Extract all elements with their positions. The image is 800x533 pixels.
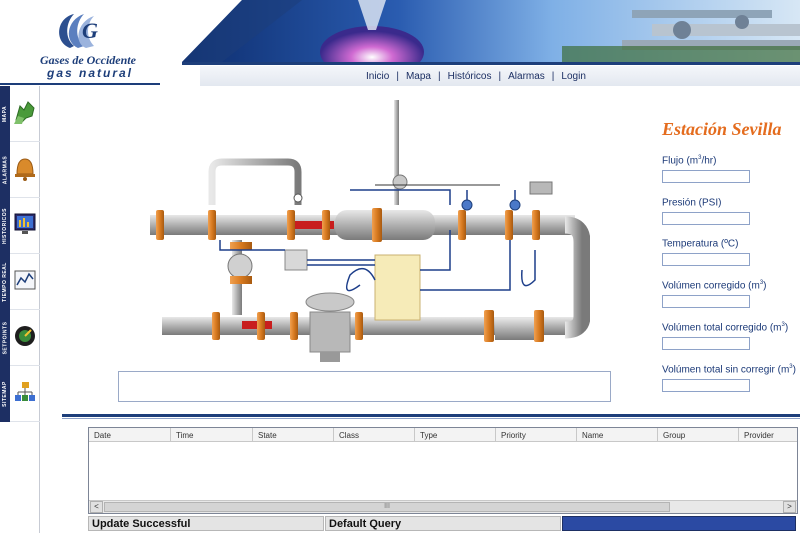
nav-separator: | <box>551 71 555 82</box>
sidebar-item-label: HISTORICOS <box>2 207 8 245</box>
header-rule <box>182 62 800 65</box>
column-header-class[interactable]: Class <box>334 428 415 442</box>
sidebar-item-sitemap[interactable]: SITEMAP <box>0 366 40 422</box>
sidebar-item-label: TIEMPO REAL <box>2 262 9 302</box>
brand-logo[interactable]: G Gases de Occidente gas natural <box>0 0 160 85</box>
section-divider <box>62 414 800 417</box>
sidebar-item-setpoints[interactable]: SETPOINTS <box>0 310 40 366</box>
field-label-presion: Presión (PSI) <box>662 197 722 209</box>
column-header-name[interactable]: Name <box>577 428 658 442</box>
field-label-volumen-corregido: Volúmen corregido (m3) <box>662 280 767 292</box>
flujo-field[interactable] <box>662 170 750 183</box>
header: G Gases de Occidente gas natural Inicio … <box>0 0 800 86</box>
column-header-time[interactable]: Time <box>171 428 253 442</box>
top-nav: Inicio | Mapa | Históricos | Alarmas | Login <box>366 71 586 82</box>
sidebar-item-historicos[interactable]: HISTORICOS <box>0 198 40 254</box>
column-header-type[interactable]: Type <box>415 428 496 442</box>
nav-login[interactable]: Login <box>561 71 585 82</box>
temperatura-field[interactable] <box>662 253 750 266</box>
presion-field[interactable] <box>662 212 750 225</box>
volumen-total-sin-corregir-field[interactable] <box>662 379 750 392</box>
sidebar: MAPA ALARMAS HISTORICOS TIEMPO REAL SETP… <box>0 86 40 533</box>
field-label-temperatura: Temperatura (ºC) <box>662 238 739 250</box>
alarm-table-body <box>89 442 797 499</box>
brand-subtitle: gas natural <box>47 66 134 80</box>
nav-separator: | <box>437 71 441 82</box>
realtime-chart-icon <box>14 270 36 290</box>
map-icon <box>14 101 35 124</box>
scroll-right-button[interactable]: > <box>783 501 796 513</box>
station-title: Estación Sevilla <box>662 119 782 139</box>
scroll-thumb[interactable]: III <box>104 502 670 512</box>
column-header-group[interactable]: Group <box>658 428 739 442</box>
field-label-volumen-total-sin-corregir: Volúmen total sin corregir (m3) <box>662 364 796 376</box>
logo-underline <box>0 83 160 85</box>
sitemap-icon <box>15 382 35 401</box>
alarm-table: Date Time State Class Type Priority Name… <box>88 427 798 514</box>
sidebar-item-alarmas[interactable]: ALARMAS <box>0 142 40 198</box>
column-header-date[interactable]: Date <box>89 428 171 442</box>
field-label-volumen-total-corregido: Volúmen total corregido (m3) <box>662 322 789 334</box>
volumen-total-corregido-field[interactable] <box>662 337 750 350</box>
field-label-flujo: Flujo (m3/hr) <box>662 155 717 167</box>
scroll-left-button[interactable]: < <box>90 501 103 513</box>
alarm-table-header: Date Time State Class Type Priority Name… <box>89 428 797 442</box>
column-header-priority[interactable]: Priority <box>496 428 577 442</box>
gauge-icon <box>15 326 35 346</box>
sidebar-item-label: ALARMAS <box>2 155 8 185</box>
status-message: Update Successful <box>88 516 324 531</box>
logo-emblem-icon: G <box>59 14 98 48</box>
horizontal-scrollbar[interactable]: < III > <box>89 500 797 513</box>
svg-text:G: G <box>82 18 98 43</box>
nav-mapa[interactable]: Mapa <box>406 71 431 82</box>
column-header-provider[interactable]: Provider <box>739 428 797 442</box>
banner-image <box>182 0 800 62</box>
section-divider-thin <box>62 418 800 419</box>
sidebar-item-label: SETPOINTS <box>2 321 8 355</box>
query-selector[interactable]: Default Query <box>325 516 561 531</box>
column-header-state[interactable]: State <box>253 428 334 442</box>
bell-icon <box>15 158 35 181</box>
nav-inicio[interactable]: Inicio <box>366 71 389 82</box>
nav-historicos[interactable]: Históricos <box>448 71 492 82</box>
volumen-corregido-field[interactable] <box>662 295 750 308</box>
nav-separator: | <box>498 71 502 82</box>
monitor-icon <box>14 213 36 234</box>
diagram-info-panel <box>118 371 611 402</box>
sidebar-item-tiempo-real[interactable]: TIEMPO REAL <box>0 254 40 310</box>
station-process-diagram <box>150 100 590 362</box>
progress-bar <box>562 516 796 531</box>
nav-separator: | <box>396 71 399 82</box>
header-banner <box>182 0 800 62</box>
sidebar-item-label: SITEMAP <box>2 381 9 407</box>
sidebar-item-mapa[interactable]: MAPA <box>0 86 40 142</box>
sidebar-item-label: MAPA <box>2 105 9 123</box>
nav-alarmas[interactable]: Alarmas <box>508 71 545 82</box>
